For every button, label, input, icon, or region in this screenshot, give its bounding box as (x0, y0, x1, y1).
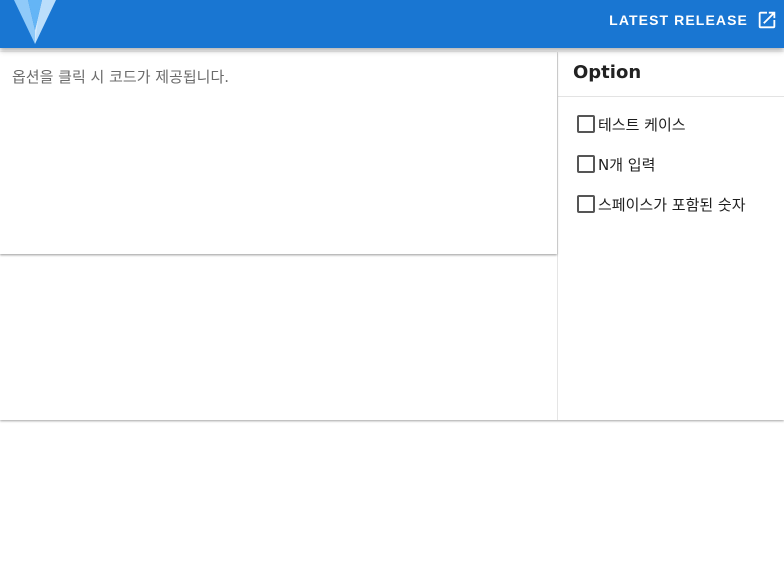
vuetify-logo-icon[interactable] (14, 0, 56, 44)
main-card: 옵션을 클릭 시 코드가 제공됩니다. Option 테스트 케이스 N개 입력… (0, 52, 784, 420)
option-label: N개 입력 (598, 155, 656, 174)
option-panel: Option 테스트 케이스 N개 입력 스페이스가 포함된 숫자 (557, 52, 784, 420)
option-space-separated-numbers[interactable]: 스페이스가 포함된 숫자 (577, 194, 746, 214)
space-separated-numbers-checkbox[interactable] (577, 195, 595, 213)
option-divider (558, 96, 784, 97)
option-list: 테스트 케이스 N개 입력 스페이스가 포함된 숫자 (577, 114, 746, 234)
option-title: Option (573, 62, 642, 83)
app-bar: LATEST RELEASE (0, 0, 784, 48)
code-output-panel: 옵션을 클릭 시 코드가 제공됩니다. (0, 52, 557, 254)
option-label: 스페이스가 포함된 숫자 (598, 195, 746, 214)
option-test-case[interactable]: 테스트 케이스 (577, 114, 746, 134)
latest-release-link[interactable]: LATEST RELEASE (609, 9, 778, 31)
option-n-input[interactable]: N개 입력 (577, 154, 746, 174)
open-in-new-icon (758, 11, 776, 29)
latest-release-label: LATEST RELEASE (609, 12, 748, 28)
n-input-checkbox[interactable] (577, 155, 595, 173)
test-case-checkbox[interactable] (577, 115, 595, 133)
code-placeholder-text: 옵션을 클릭 시 코드가 제공됩니다. (12, 68, 230, 86)
option-label: 테스트 케이스 (598, 115, 686, 134)
